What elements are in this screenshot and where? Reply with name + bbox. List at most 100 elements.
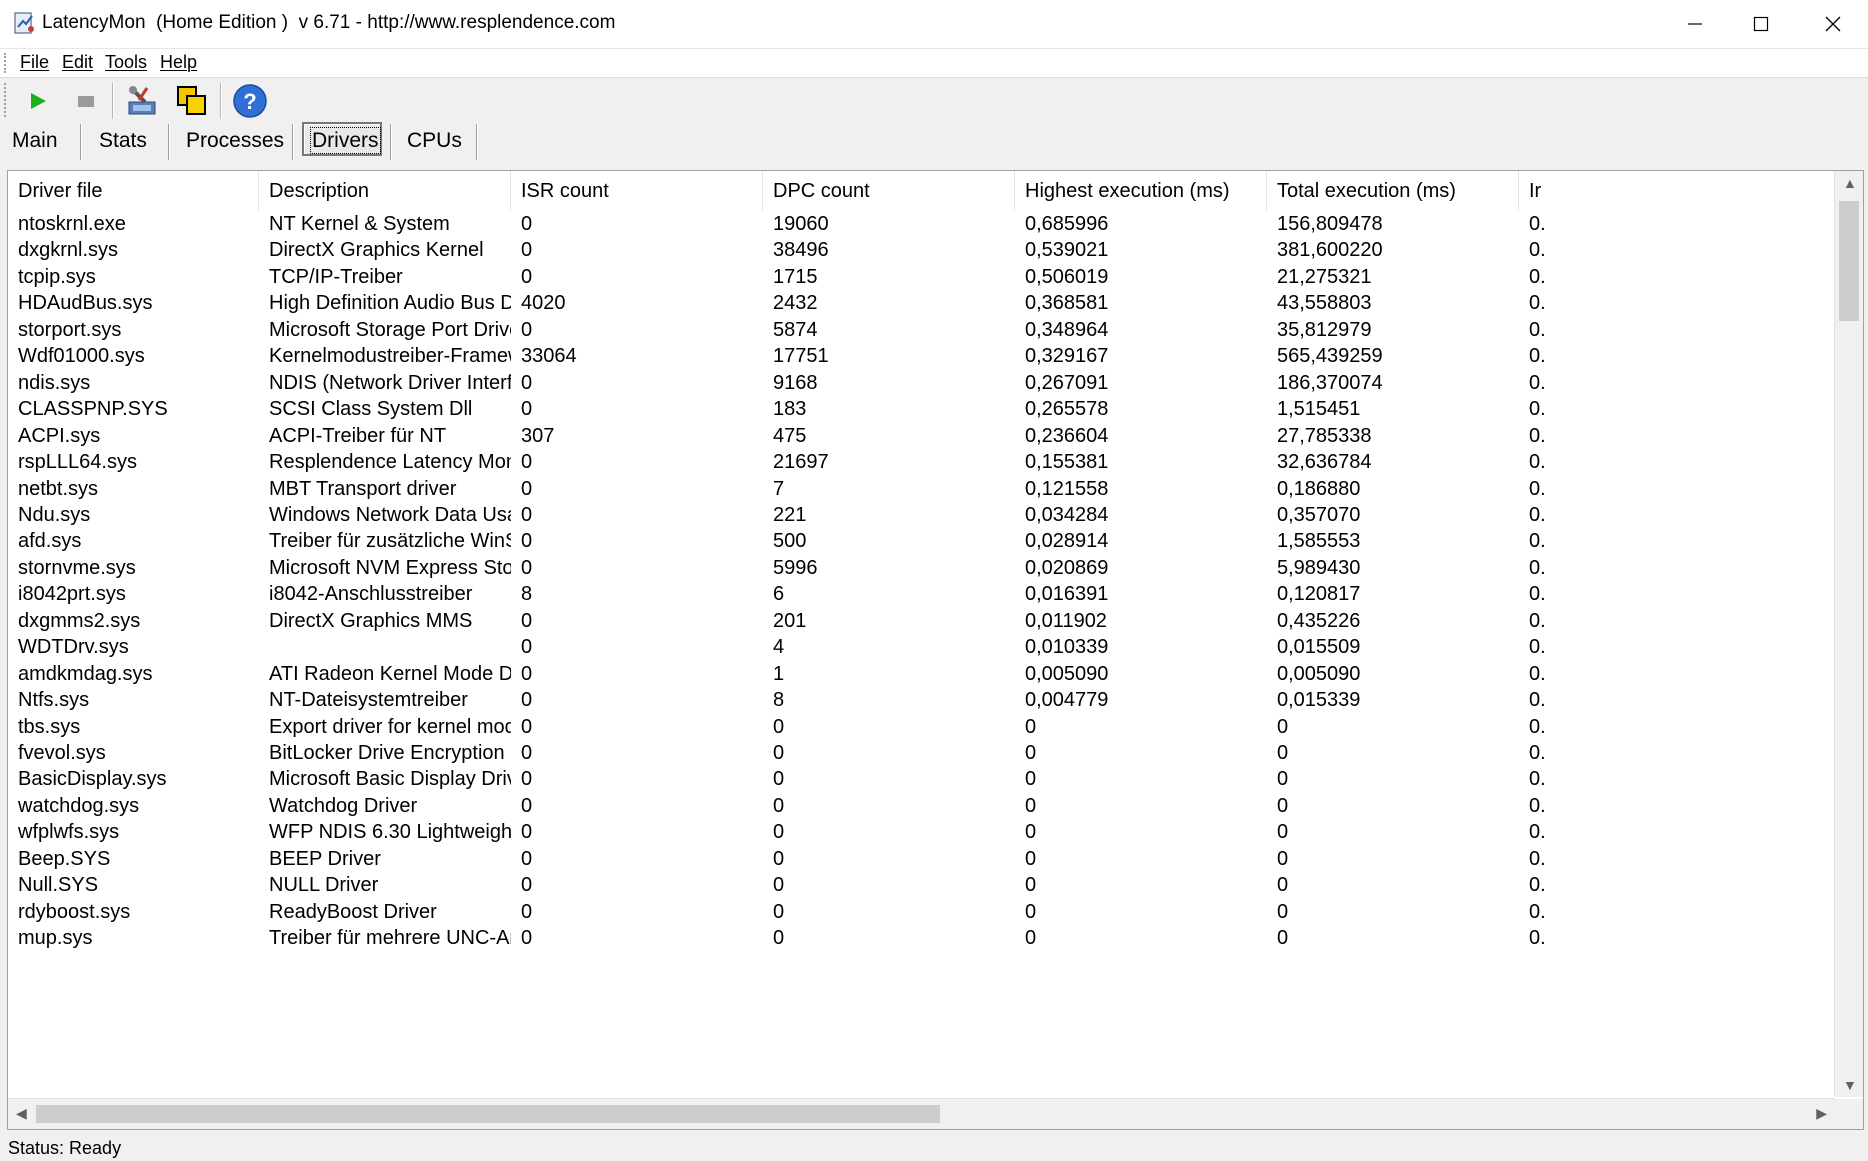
table-row[interactable]: WDTDrv.sys 0 4 0,010339 0,015509 0.	[8, 634, 1838, 660]
scroll-right-icon[interactable]: ▶	[1816, 1105, 1827, 1122]
tab-separator	[168, 124, 170, 160]
col-isr-count-cell: 0	[521, 742, 533, 764]
table-row[interactable]: Wdf01000.sys Kernelmodustreiber-Framew...…	[8, 343, 1838, 369]
col-total-execution-cell: 0,005090	[1277, 662, 1361, 685]
tab-drivers[interactable]: Drivers	[302, 122, 382, 156]
col-ir-cell: 0.	[1529, 583, 1546, 606]
col-highest-execution-cell: 0,329167	[1025, 345, 1109, 368]
table-row[interactable]: Beep.SYS BEEP Driver 0 0 0 0 0.	[8, 846, 1838, 872]
col-total-execution-cell: 156,809478	[1277, 213, 1383, 235]
col-total-execution-header[interactable]: Total execution (ms)	[1267, 171, 1519, 211]
col-description-cell: Microsoft NVM Express Stor...	[269, 556, 511, 579]
table-row[interactable]: fvevol.sys BitLocker Drive Encryption ...…	[8, 740, 1838, 766]
col-total-execution-cell: 0	[1277, 715, 1289, 738]
col-total-execution-cell: 0,015339	[1277, 689, 1361, 712]
col-description-cell: Kernelmodustreiber-Framew...	[269, 345, 511, 368]
col-description-header[interactable]: Description	[259, 171, 511, 211]
tools-button[interactable]	[122, 81, 162, 121]
tab-stats[interactable]: Stats	[99, 122, 147, 160]
minimize-button[interactable]	[1660, 0, 1730, 48]
col-ir-cell: 0.	[1529, 715, 1546, 738]
scroll-up-icon[interactable]: ▲	[1843, 175, 1857, 191]
table-row[interactable]: i8042prt.sys i8042-Anschlusstreiber 8 6 0,01…	[8, 581, 1838, 607]
tab-cpus-label: CPUs	[407, 129, 462, 152]
tab-main[interactable]: Main	[12, 122, 58, 160]
table-row[interactable]: mup.sys Treiber für mehrere UNC-An... 0 0 0 0…	[8, 925, 1838, 951]
table-row[interactable]: watchdog.sys Watchdog Driver 0 0 0 0 0.	[8, 793, 1838, 819]
col-driver-file-cell: watchdog.sys	[18, 794, 140, 817]
horizontal-scrollbar[interactable]: ◀ ▶	[8, 1098, 1835, 1129]
col-isr-count-cell: 0	[521, 662, 533, 685]
col-isr-count-cell: 0	[521, 398, 533, 421]
table-row[interactable]: netbt.sys MBT Transport driver 0 7 0,121558 0…	[8, 476, 1838, 502]
start-button[interactable]	[18, 81, 58, 121]
col-total-execution-cell: 565,439259	[1277, 345, 1383, 368]
col-driver-file-header[interactable]: Driver file	[8, 171, 259, 211]
table-row[interactable]: rdyboost.sys ReadyBoost Driver 0 0 0 0 0.	[8, 899, 1838, 925]
table-row[interactable]: BasicDisplay.sys Microsoft Basic Display …	[8, 766, 1838, 792]
maximize-button[interactable]	[1726, 0, 1796, 48]
table-row[interactable]: CLASSPNP.SYS SCSI Class System Dll 0 183 0,2…	[8, 396, 1838, 422]
col-isr-count-cell: 0	[521, 371, 533, 394]
table-row[interactable]: amdkmdag.sys ATI Radeon Kernel Mode Dri..…	[8, 661, 1838, 687]
stop-button[interactable]	[66, 81, 106, 121]
menu-file[interactable]: File	[20, 52, 49, 73]
vertical-scroll-thumb[interactable]	[1839, 201, 1859, 321]
table-row[interactable]: storport.sys Microsoft Storage Port Drive…	[8, 317, 1838, 343]
col-dpc-count-cell: 0	[773, 874, 785, 897]
col-highest-execution-cell: 0,010339	[1025, 636, 1109, 659]
col-driver-file-cell: tcpip.sys	[18, 265, 96, 288]
scroll-down-icon[interactable]: ▼	[1843, 1077, 1857, 1093]
col-isr-count-header[interactable]: ISR count	[511, 171, 763, 211]
col-total-execution-cell: 0	[1277, 794, 1289, 817]
col-dpc-count-header[interactable]: DPC count	[763, 171, 1015, 211]
scroll-left-icon[interactable]: ◀	[16, 1105, 27, 1122]
col-description-cell: ATI Radeon Kernel Mode Dri...	[269, 662, 511, 685]
drivers-table[interactable]: Driver file Description ISR count DPC count…	[7, 170, 1864, 1130]
col-total-execution-cell: 1,515451	[1277, 398, 1361, 421]
col-highest-execution-header[interactable]: Highest execution (ms)	[1015, 171, 1267, 211]
table-row[interactable]: afd.sys Treiber für zusätzliche WinS... 0 5…	[8, 528, 1838, 554]
close-button[interactable]	[1798, 0, 1868, 48]
tab-stats-label: Stats	[99, 129, 147, 152]
table-row[interactable]: dxgmms2.sys DirectX Graphics MMS 0 201 0,011…	[8, 608, 1838, 634]
col-dpc-count-cell: 500	[773, 530, 807, 553]
tab-cpus[interactable]: CPUs	[407, 122, 462, 160]
table-row[interactable]: ACPI.sys ACPI-Treiber für NT 307 475 0,23660…	[8, 423, 1838, 449]
col-isr-count-cell: 0	[521, 900, 533, 923]
col-description-cell: Treiber für mehrere UNC-An...	[269, 927, 511, 950]
col-isr-count-cell: 0	[521, 530, 533, 553]
table-row[interactable]: ntoskrnl.exe NT Kernel & System 0 19060 0,68…	[8, 211, 1838, 237]
col-total-execution-cell: 0	[1277, 874, 1289, 897]
menu-help[interactable]: Help	[160, 52, 197, 73]
vertical-scrollbar[interactable]: ▲ ▼	[1834, 171, 1863, 1097]
help-button[interactable]: ?	[230, 81, 270, 121]
table-row[interactable]: dxgkrnl.sys DirectX Graphics Kernel 0 38496…	[8, 237, 1838, 263]
col-driver-file-cell: wfplwfs.sys	[18, 821, 120, 844]
table-row[interactable]: stornvme.sys Microsoft NVM Express Stor..…	[8, 555, 1838, 581]
tab-processes[interactable]: Processes	[186, 122, 284, 160]
table-row[interactable]: tcpip.sys TCP/IP-Treiber 0 1715 0,506019 21,2…	[8, 264, 1838, 290]
copy-windows-button[interactable]	[172, 81, 212, 121]
table-row[interactable]: Ndu.sys Windows Network Data Usa... 0 221 0,…	[8, 502, 1838, 528]
table-row[interactable]: ndis.sys NDIS (Network Driver Interf... 0 9…	[8, 370, 1838, 396]
col-highest-execution-cell: 0	[1025, 874, 1037, 897]
minimize-icon	[1688, 23, 1702, 25]
col-total-execution-cell: 27,785338	[1277, 424, 1372, 447]
table-row[interactable]: tbs.sys Export driver for kernel mod... 0 0…	[8, 714, 1838, 740]
menu-edit[interactable]: Edit	[62, 52, 93, 73]
horizontal-scroll-thumb[interactable]	[36, 1105, 940, 1123]
col-driver-file-cell: Wdf01000.sys	[18, 345, 145, 368]
col-description-cell: i8042-Anschlusstreiber	[269, 583, 473, 606]
col-highest-execution-cell: 0,348964	[1025, 318, 1109, 341]
col-driver-file-cell: WDTDrv.sys	[18, 636, 129, 659]
col-dpc-count-cell: 0	[773, 847, 785, 870]
table-row[interactable]: rspLLL64.sys Resplendence Latency Monit..…	[8, 449, 1838, 475]
table-row[interactable]: wfplwfs.sys WFP NDIS 6.30 Lightweight ...…	[8, 819, 1838, 845]
table-row[interactable]: Ntfs.sys NT-Dateisystemtreiber 0 8 0,004779 0…	[8, 687, 1838, 713]
col-ir-header[interactable]: Ir	[1519, 171, 1838, 211]
table-row[interactable]: Null.SYS NULL Driver 0 0 0 0 0.	[8, 872, 1838, 898]
col-total-execution-cell: 5,989430	[1277, 556, 1361, 579]
table-row[interactable]: HDAudBus.sys High Definition Audio Bus Dr…	[8, 290, 1838, 316]
menu-tools[interactable]: Tools	[105, 52, 147, 73]
